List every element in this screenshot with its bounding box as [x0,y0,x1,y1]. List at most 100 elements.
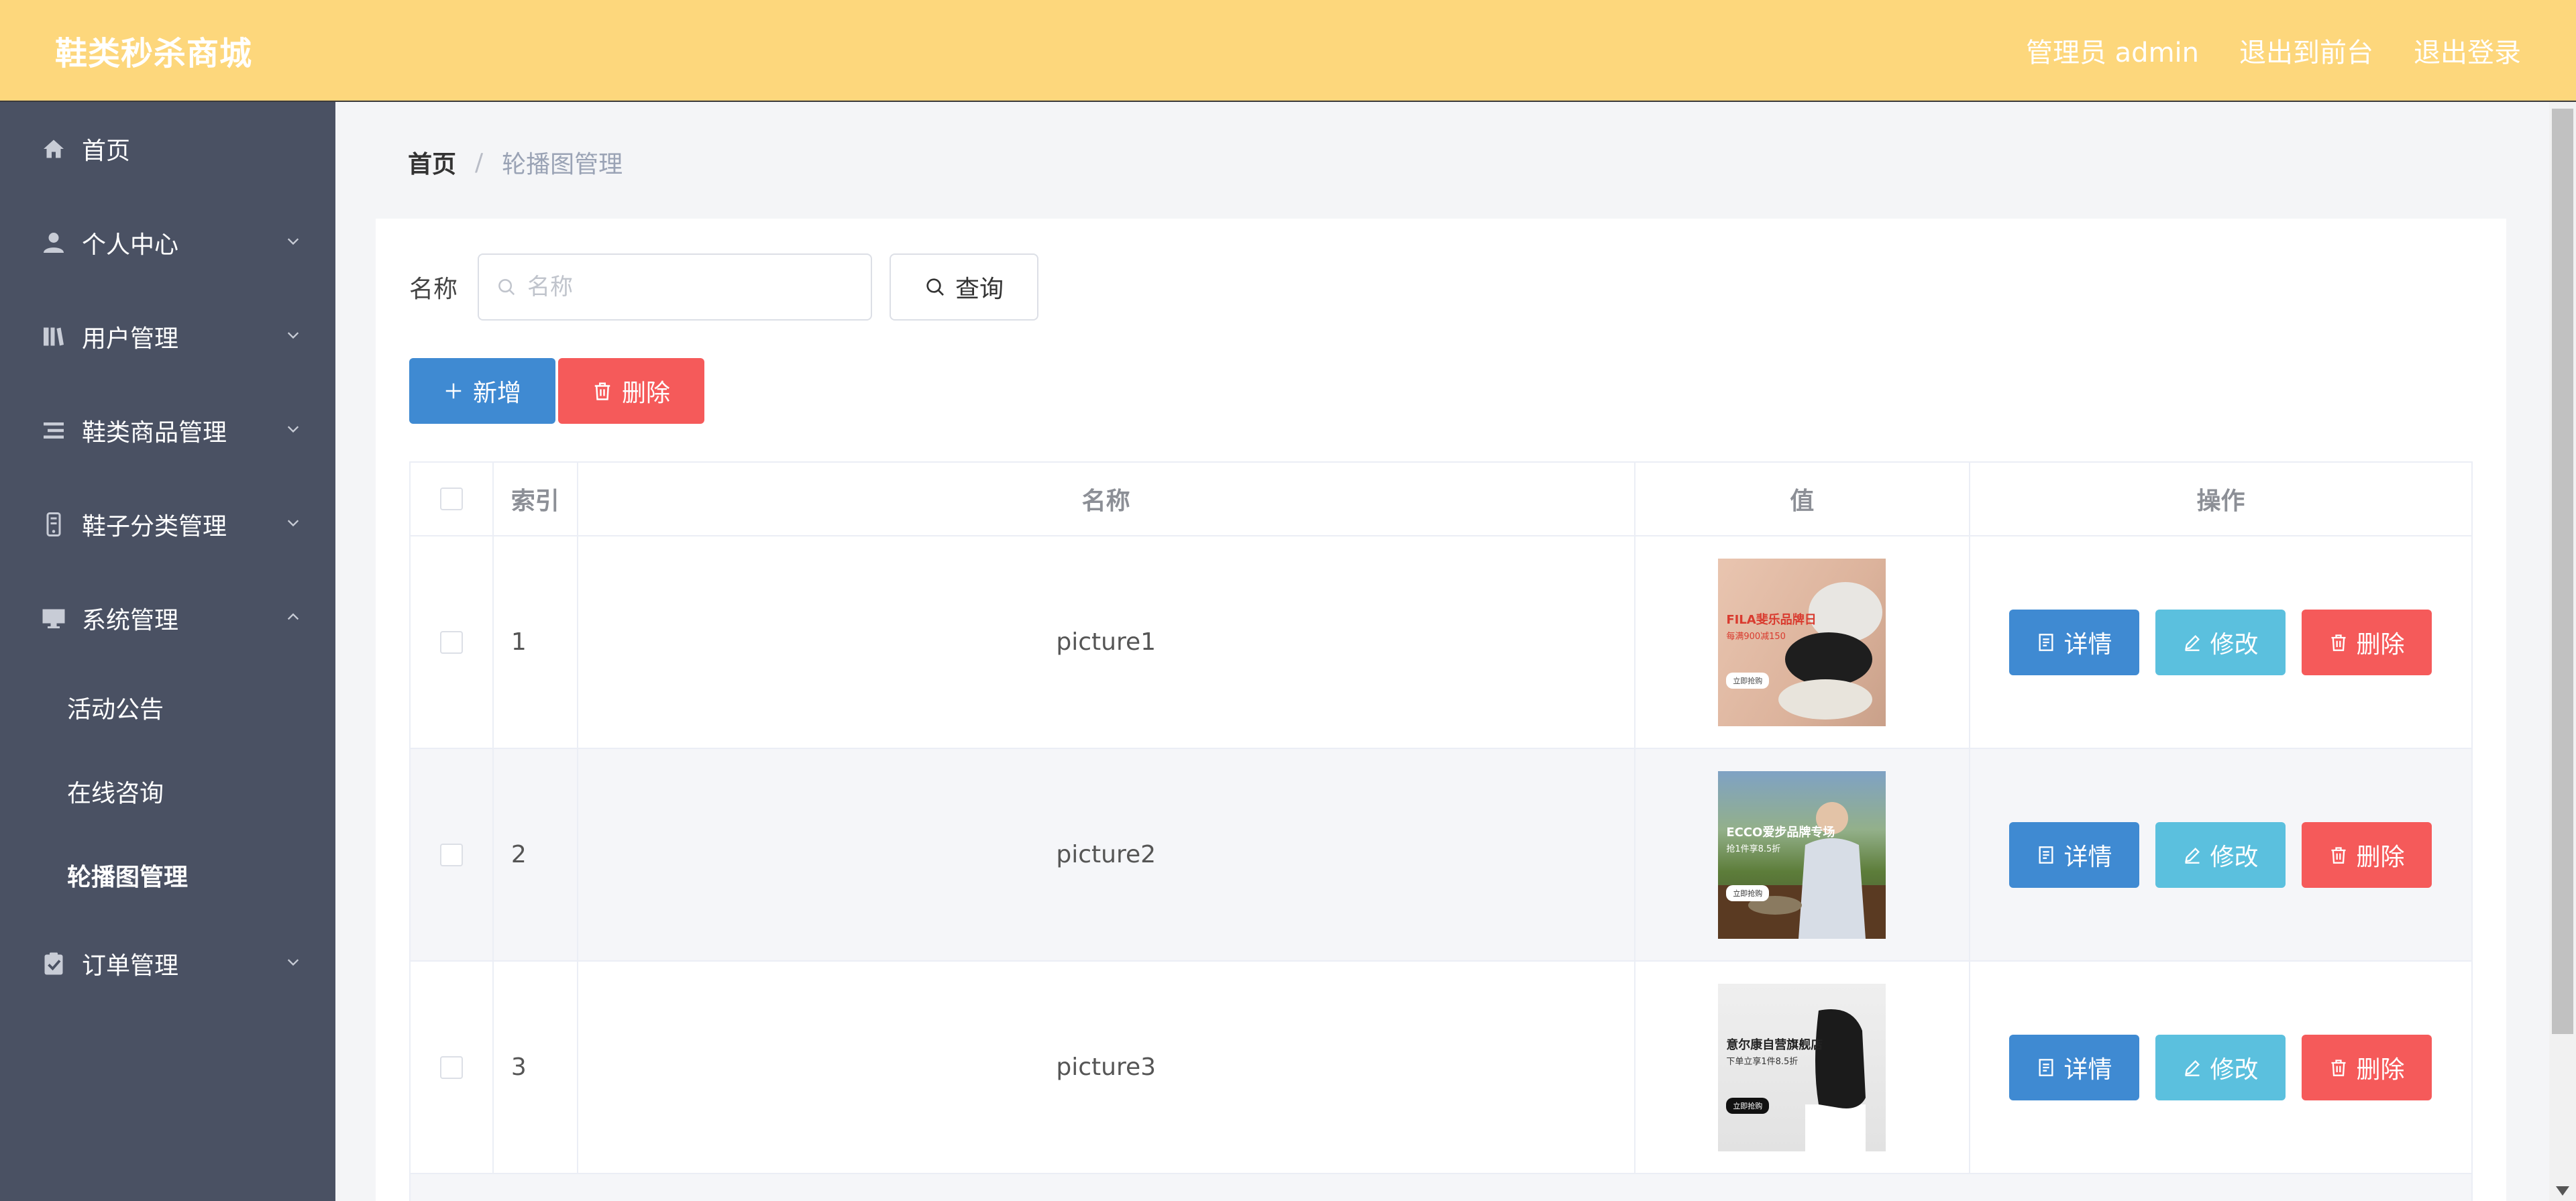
header-checkbox-cell [411,463,494,535]
batch-delete-button-label: 删除 [621,380,670,407]
row-value-cell: FILA斐乐品牌日 每满900减150 立即抢购 [1635,536,1970,748]
row-index: 1 [494,536,578,748]
sidebar-item-label: 系统管理 [82,607,179,634]
add-button-label: 新增 [472,380,521,407]
detail-button-label: 详情 [2063,1055,2112,1084]
detail-button[interactable]: 详情 [2009,1034,2140,1100]
list-icon [42,418,66,443]
edit-button[interactable]: 修改 [2155,609,2286,675]
detail-button-label: 详情 [2063,843,2112,871]
thumb-title: 意尔康自营旗舰店 [1726,1037,1823,1052]
carousel-thumbnail: ECCO爱步品牌专场 抢1件享8.5折 立即抢购 [1718,770,1886,939]
sidebar-subitem-announcement[interactable]: 活动公告 [0,665,335,749]
row-checkbox[interactable] [439,843,463,866]
row-index: 2 [494,749,578,960]
action-row: 新增 删除 [409,358,704,424]
thumb-subtitle: 抢1件享8.5折 [1726,844,1781,854]
main-content: 首页 / 轮播图管理 名称 查询 新增 删除 [335,102,2549,1201]
carousel-thumbnail: FILA斐乐品牌日 每满900减150 立即抢购 [1718,558,1886,726]
thumb-subtitle: 下单立享1件8.5折 [1726,1056,1799,1067]
sidebar-item-categories[interactable]: 鞋子分类管理 [0,477,335,571]
row-ops: 详情 修改 删除 [1970,536,2471,748]
remove-button-label: 删除 [2356,1055,2405,1084]
remove-button[interactable]: 删除 [2302,609,2432,675]
search-input[interactable] [527,274,863,300]
select-all-checkbox[interactable] [439,488,463,510]
user-icon [42,231,66,255]
detail-button[interactable]: 详情 [2009,609,2140,675]
table-row [411,1174,2471,1201]
add-button[interactable]: 新增 [409,358,555,424]
search-label: 名称 [409,276,458,303]
pencil-icon [2185,847,2200,864]
sidebar-item-label: 订单管理 [82,952,179,980]
trash-icon [594,382,610,400]
row-ops: 详情 修改 删除 [1970,962,2471,1173]
thumb-subtitle: 每满900减150 [1726,631,1786,642]
thumb-button: 立即抢购 [1726,884,1770,901]
book-icon [42,325,66,349]
breadcrumb-current: 轮播图管理 [502,151,623,178]
breadcrumb: 首页 / 轮播图管理 [408,145,623,180]
pencil-icon [2185,1060,2200,1076]
row-value-cell: 意尔康自营旗舰店 下单立享1件8.5折 立即抢购 [1635,962,1970,1173]
clipboard-icon [42,952,66,976]
sidebar-item-label: 个人中心 [82,231,179,259]
table-header: 索引 名称 值 操作 [411,463,2471,536]
sidebar-item-users[interactable]: 用户管理 [0,290,335,384]
table-row: 2 picture2 ECCO爱步品牌专场 抢1件享8.5折 立即抢购 详情 修… [411,749,2471,962]
row-value-cell: ECCO爱步品牌专场 抢1件享8.5折 立即抢购 [1635,749,1970,960]
remove-button-label: 删除 [2356,843,2405,871]
breadcrumb-separator: / [475,148,484,176]
chevron-down-icon [287,332,299,339]
remove-button-label: 删除 [2356,630,2405,659]
to-front-link[interactable]: 退出到前台 [2239,31,2373,70]
sidebar-item-label: 首页 [82,137,131,165]
carousel-table: 索引 名称 值 操作 1 picture1 FILA斐乐品牌日 每满900减15… [409,461,2473,1201]
row-checkbox[interactable] [439,1055,463,1079]
scroll-down-arrow-icon[interactable] [2556,1186,2569,1196]
mobile-icon [42,512,66,536]
edit-button-label: 修改 [2210,843,2259,871]
header-actions: 管理员 admin 退出到前台 退出登录 [2026,31,2521,70]
query-button[interactable]: 查询 [890,253,1039,321]
thumb-title: ECCO爱步品牌专场 [1726,825,1835,840]
sidebar-item-personal[interactable]: 个人中心 [0,196,335,290]
sidebar-subitem-consult[interactable]: 在线咨询 [0,749,335,833]
detail-button-label: 详情 [2063,630,2112,659]
edit-button[interactable]: 修改 [2155,1034,2286,1100]
brand-title: 鞋类秒杀商城 [55,35,253,72]
document-icon [2039,846,2053,864]
scrollbar-thumb[interactable] [2552,109,2573,1034]
sidebar-item-home[interactable]: 首页 [0,102,335,196]
column-header-name: 名称 [578,463,1635,535]
detail-button[interactable]: 详情 [2009,821,2140,888]
logout-link[interactable]: 退出登录 [2414,31,2521,70]
remove-button[interactable]: 删除 [2302,1034,2432,1100]
row-checkbox[interactable] [439,630,463,654]
chevron-down-icon [287,959,299,966]
column-header-value: 值 [1635,463,1970,535]
edit-button[interactable]: 修改 [2155,821,2286,888]
column-header-ops: 操作 [2196,488,2245,515]
breadcrumb-home[interactable]: 首页 [408,145,456,180]
document-icon [2039,633,2053,651]
row-checkbox-cell [411,962,494,1173]
thumb-button: 立即抢购 [1726,672,1770,689]
content-panel: 名称 查询 新增 删除 索引 名称 [376,219,2506,1201]
chevron-down-icon [287,238,299,245]
sidebar-subitem-carousel[interactable]: 轮播图管理 [0,833,335,917]
row-name: picture2 [578,749,1635,960]
row-checkbox-cell [411,749,494,960]
page-scrollbar[interactable] [2549,102,2576,1201]
document-icon [2039,1058,2053,1076]
remove-button[interactable]: 删除 [2302,821,2432,888]
sidebar-item-orders[interactable]: 订单管理 [0,917,335,1011]
batch-delete-button[interactable]: 删除 [558,358,704,424]
sidebar-item-system[interactable]: 系统管理 [0,571,335,665]
table-row: 1 picture1 FILA斐乐品牌日 每满900减150 立即抢购 详情 修… [411,536,2471,749]
sidebar-item-shoes[interactable]: 鞋类商品管理 [0,384,335,477]
thumb-button: 立即抢购 [1726,1097,1770,1114]
search-input-wrapper[interactable] [478,253,873,321]
row-ops: 详情 修改 删除 [1970,749,2471,960]
